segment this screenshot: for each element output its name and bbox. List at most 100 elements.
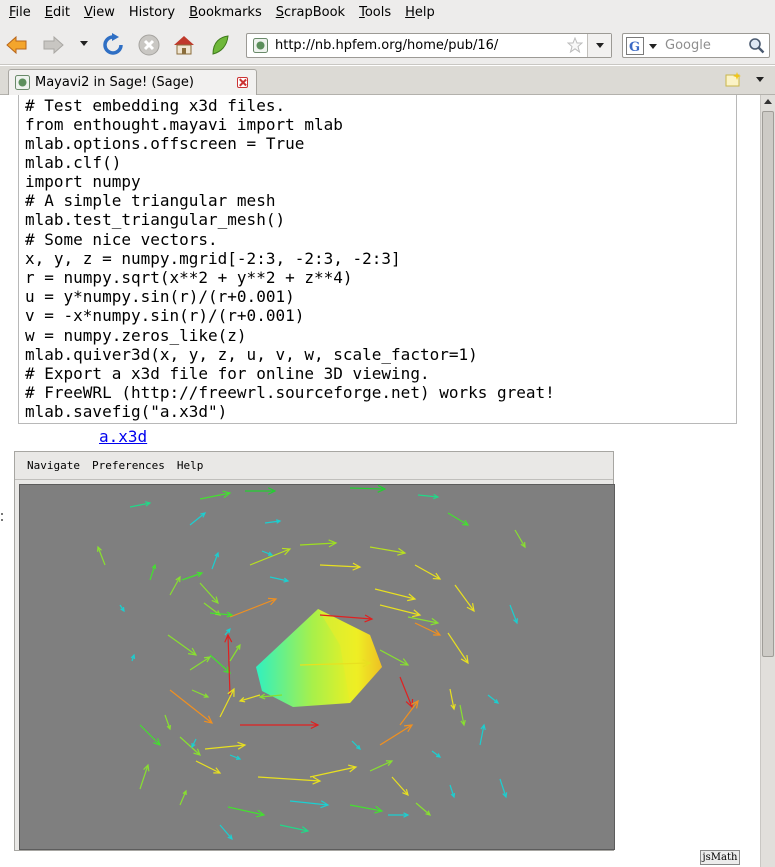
- vector-arrow: [407, 616, 440, 626]
- stop-icon: [138, 34, 160, 56]
- vector-arrow: [279, 824, 310, 834]
- home-button[interactable]: [171, 32, 197, 58]
- code-line: # Test embedding x3d files.: [25, 96, 286, 115]
- home-icon: [174, 36, 194, 55]
- vector-arrow: [349, 484, 387, 493]
- menubar: File Edit View History Bookmarks ScrapBo…: [0, 0, 775, 25]
- vector-arrow: [179, 736, 202, 756]
- vector-arrow: [179, 789, 187, 806]
- sidebar-grip[interactable]: [0, 95, 6, 867]
- code-line: w = numpy.zeros_like(z): [25, 326, 247, 345]
- menu-tools[interactable]: Tools: [352, 0, 398, 25]
- vector-arrow: [299, 539, 338, 548]
- vector-arrow: [454, 584, 475, 613]
- url-bar[interactable]: http://nb.hpfem.org/home/pub/16/: [246, 33, 612, 58]
- url-text[interactable]: http://nb.hpfem.org/home/pub/16/: [275, 38, 498, 53]
- vector-arrow: [189, 512, 207, 526]
- vector-arrow: [379, 649, 410, 666]
- back-arrow-icon: [6, 35, 27, 55]
- code-line: mlab.clf(): [25, 153, 122, 172]
- reload-icon: [103, 33, 123, 55]
- vector-arrow: [264, 519, 282, 524]
- search-bar[interactable]: G Google: [622, 33, 770, 58]
- vector-arrow: [261, 550, 274, 556]
- bookmark-star-icon[interactable]: [567, 37, 583, 53]
- vector-arrow: [379, 724, 414, 746]
- page-content: # Test embedding x3d files. from enthoug…: [0, 95, 760, 867]
- vector-arrow: [399, 676, 414, 709]
- vector-arrow: [349, 804, 384, 814]
- tab-favicon-icon: [15, 75, 30, 90]
- vector-arrow: [139, 763, 150, 790]
- code-cell[interactable]: # Test embedding x3d files. from enthoug…: [18, 95, 737, 424]
- vector-arrow: [257, 776, 322, 785]
- vector-arrow: [449, 688, 456, 711]
- site-favicon-icon: [253, 38, 268, 53]
- tab-list-dropdown-icon[interactable]: [756, 77, 764, 82]
- stop-button[interactable]: [136, 32, 162, 58]
- vector-arrow: [414, 622, 442, 636]
- back-button[interactable]: [4, 32, 30, 58]
- vector-arrow: [219, 687, 235, 718]
- vector-arrow: [119, 604, 125, 613]
- x3d-file-link[interactable]: a.x3d: [99, 427, 147, 446]
- navigation-toolbar: http://nb.hpfem.org/home/pub/16/ G Googl…: [0, 25, 775, 65]
- vector-arrow: [431, 750, 442, 758]
- vector-arrow: [229, 754, 242, 760]
- vector-arrow: [149, 563, 157, 581]
- scroll-thumb[interactable]: [762, 111, 774, 657]
- vector-arrow: [191, 738, 197, 749]
- quiver-scene[interactable]: [20, 484, 614, 849]
- vector-arrow: [269, 576, 290, 583]
- viewer-menubar: Navigate Preferences Help: [15, 452, 613, 480]
- menu-file[interactable]: File: [2, 0, 38, 25]
- 3d-viewport[interactable]: [19, 484, 615, 850]
- menu-scrapbook[interactable]: ScrapBook: [269, 0, 352, 25]
- viewer-menu-help[interactable]: Help: [171, 459, 210, 472]
- vector-arrow: [415, 802, 432, 816]
- scroll-up-icon[interactable]: [761, 95, 775, 109]
- code-line: u = y*numpy.sin(r)/(r+0.001): [25, 287, 295, 306]
- menu-help[interactable]: Help: [398, 0, 442, 25]
- scrapbook-button[interactable]: [207, 32, 233, 58]
- menu-bookmarks[interactable]: Bookmarks: [182, 0, 269, 25]
- tab-title: Mayavi2 in Sage! (Sage): [35, 75, 194, 90]
- code-line: import numpy: [25, 172, 141, 191]
- search-input[interactable]: Google: [665, 38, 711, 53]
- forward-button[interactable]: [40, 32, 66, 58]
- x3d-viewer: Navigate Preferences Help: [14, 451, 615, 851]
- vector-arrow: [229, 597, 278, 618]
- vector-arrow: [191, 689, 210, 698]
- vector-arrow: [369, 760, 394, 772]
- vector-arrow: [459, 704, 466, 727]
- menu-history[interactable]: History: [122, 0, 182, 25]
- code-line: mlab.savefig("a.x3d"): [25, 402, 228, 421]
- google-engine-icon[interactable]: G: [626, 37, 644, 55]
- vector-arrow: [164, 714, 172, 731]
- search-icon[interactable]: [748, 37, 765, 54]
- vector-arrow: [195, 760, 222, 774]
- new-tab-sparkle-icon[interactable]: [724, 71, 742, 89]
- menu-view[interactable]: View: [77, 0, 122, 25]
- vector-arrow: [204, 741, 247, 750]
- tab-mayavi2-sage[interactable]: Mayavi2 in Sage! (Sage): [8, 69, 257, 96]
- close-tab-icon[interactable]: [237, 77, 248, 88]
- reload-button[interactable]: [100, 32, 126, 58]
- jsmath-button[interactable]: jsMath: [700, 850, 740, 865]
- viewer-menu-preferences[interactable]: Preferences: [86, 459, 171, 472]
- history-dropdown-icon[interactable]: [80, 41, 88, 46]
- engine-dropdown-icon[interactable]: [649, 44, 657, 49]
- vector-arrow: [209, 611, 234, 618]
- vertical-scrollbar[interactable]: [760, 95, 775, 867]
- viewer-menu-navigate[interactable]: Navigate: [21, 459, 86, 472]
- vector-arrow: [209, 654, 232, 674]
- vector-arrow: [388, 812, 410, 818]
- menu-edit[interactable]: Edit: [38, 0, 77, 25]
- svg-text:G: G: [629, 40, 640, 55]
- vector-arrow: [224, 627, 231, 636]
- url-dropdown-button[interactable]: [587, 34, 611, 57]
- vector-arrow: [351, 740, 361, 750]
- code-line: from enthought.mayavi import mlab: [25, 115, 343, 134]
- code-line: # Some nice vectors.: [25, 230, 218, 249]
- vector-arrow: [227, 806, 266, 818]
